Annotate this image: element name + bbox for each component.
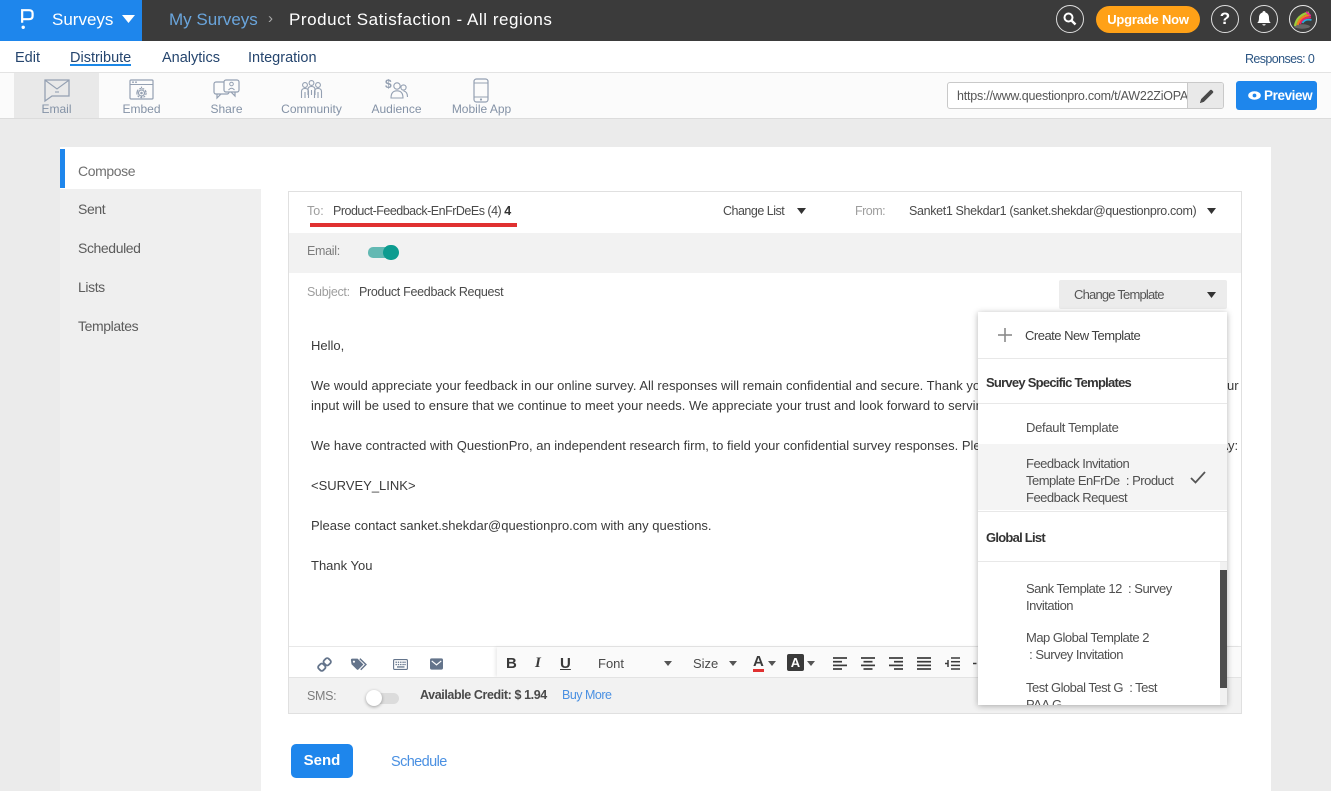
svg-text:$: $ — [385, 78, 392, 91]
